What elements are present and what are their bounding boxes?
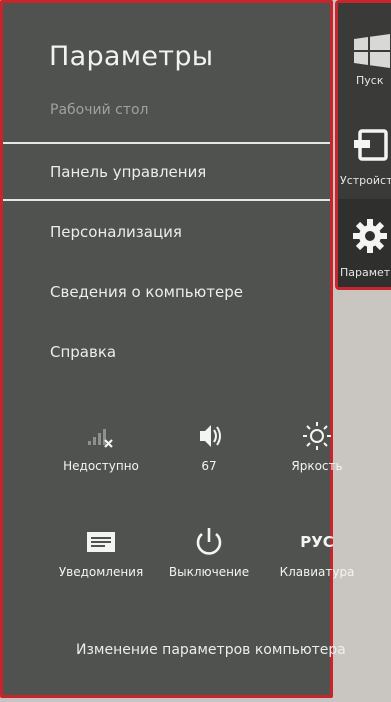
charm-devices[interactable]: Устройства <box>338 103 391 191</box>
settings-panel: Параметры Рабочий стол Панель управления… <box>0 0 354 698</box>
menu-item-personalization[interactable]: Персонализация <box>50 223 310 241</box>
devices-icon <box>350 127 390 167</box>
keyboard-tile[interactable]: РУС Клавиатура <box>267 525 367 579</box>
menu-item-help[interactable]: Справка <box>50 343 310 361</box>
menu-item-control-panel[interactable]: Панель управления <box>50 163 310 181</box>
divider <box>3 199 330 201</box>
change-pc-settings-link[interactable]: Изменение параметров компьютера <box>76 642 346 658</box>
charm-start[interactable]: Пуск <box>338 3 391 91</box>
volume-tile[interactable]: 67 <box>159 419 259 473</box>
charms-bar: Пуск Устройства <box>335 0 391 290</box>
charm-settings-label: Параметры <box>340 266 391 279</box>
gear-icon <box>351 217 389 259</box>
network-unavailable-icon <box>81 419 121 453</box>
keyboard-language-text: РУС <box>300 533 334 551</box>
power-label: Выключение <box>168 565 250 579</box>
charm-start-label: Пуск <box>356 74 384 87</box>
screen: Параметры Рабочий стол Панель управления… <box>0 0 391 702</box>
panel-subtitle[interactable]: Рабочий стол <box>50 102 149 118</box>
charm-settings[interactable]: Параметры <box>338 199 391 287</box>
brightness-tile[interactable]: Яркость <box>267 419 367 473</box>
volume-label: 67 <box>201 459 217 473</box>
notifications-icon <box>81 525 121 559</box>
power-icon <box>189 525 229 559</box>
menu-item-pc-info[interactable]: Сведения о компьютере <box>50 283 310 301</box>
brightness-label: Яркость <box>291 459 343 473</box>
divider <box>3 142 330 144</box>
network-label: Недоступно <box>63 459 139 473</box>
notifications-tile[interactable]: Уведомления <box>51 525 151 579</box>
keyboard-icon: РУС <box>297 525 337 559</box>
notifications-label: Уведомления <box>58 565 144 579</box>
brightness-icon <box>297 419 337 453</box>
network-tile[interactable]: Недоступно <box>51 419 151 473</box>
power-tile[interactable]: Выключение <box>159 525 259 579</box>
windows-start-icon <box>352 33 391 73</box>
volume-icon <box>189 419 229 453</box>
keyboard-label: Клавиатура <box>279 565 355 579</box>
panel-title: Параметры <box>49 41 214 72</box>
charm-devices-label: Устройства <box>340 174 391 187</box>
